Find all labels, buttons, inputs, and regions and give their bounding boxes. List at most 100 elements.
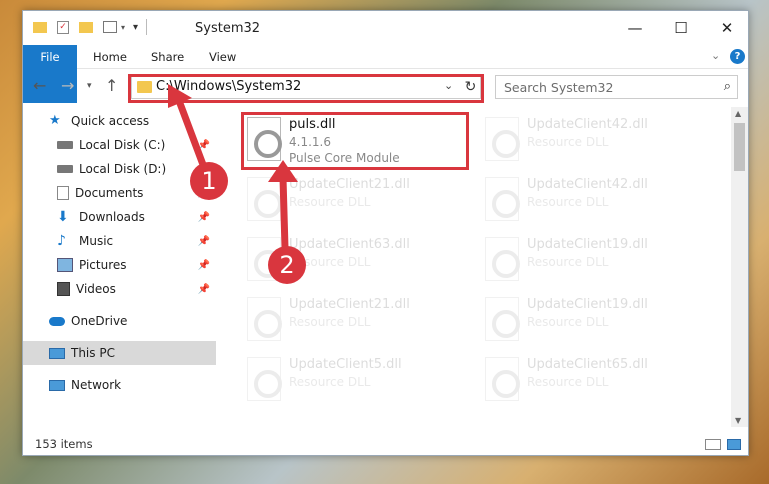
file-name: UpdateClient19.dll <box>527 297 648 312</box>
file-item[interactable]: UpdateClient21.dll Resource DLL <box>241 293 471 351</box>
back-arrow-icon[interactable]: ← <box>33 76 46 95</box>
file-type: Resource DLL <box>527 375 609 389</box>
videos-icon <box>57 282 70 296</box>
search-icon: ⌕ <box>723 79 731 94</box>
file-name: UpdateClient19.dll <box>527 237 648 252</box>
sidebar-item-network[interactable]: Network <box>23 373 216 397</box>
vertical-scrollbar[interactable]: ▲ ▼ <box>731 107 748 427</box>
tab-home[interactable]: Home <box>93 45 127 69</box>
sidebar-item-this-pc[interactable]: This PC <box>23 341 216 365</box>
explorer-window: ✓ ▾ ▾ System32 — ☐ ✕ File Home Share Vie… <box>22 10 749 456</box>
status-bar: 153 items <box>23 433 748 457</box>
forward-arrow-icon[interactable]: → <box>61 76 74 95</box>
dll-file-icon <box>485 177 520 221</box>
customize-toolbar-icon[interactable]: ▾ <box>133 22 138 33</box>
pin-icon[interactable]: 📌 <box>198 212 210 223</box>
pin-icon[interactable]: 📌 <box>198 284 210 295</box>
file-type: Resource DLL <box>527 255 609 269</box>
drive-icon <box>57 141 73 149</box>
folder-icon[interactable] <box>33 21 47 33</box>
file-type: Resource DLL <box>527 315 609 329</box>
dll-file-icon <box>247 297 282 341</box>
network-icon <box>49 379 65 391</box>
dll-file-icon <box>247 177 282 221</box>
dll-file-icon <box>485 237 520 281</box>
sidebar-item-videos[interactable]: Videos 📌 <box>23 277 216 301</box>
pc-icon <box>49 347 65 359</box>
file-type: Resource DLL <box>289 375 371 389</box>
recent-locations-icon[interactable]: ▾ <box>87 81 92 91</box>
search-placeholder: Search System32 <box>504 80 614 95</box>
item-count: 153 items <box>35 437 93 451</box>
sidebar-item-quick-access[interactable]: ★ Quick access <box>23 109 216 133</box>
file-highlight <box>241 112 469 170</box>
view-options-icon[interactable] <box>103 21 117 33</box>
expand-ribbon-icon[interactable]: ⌄ <box>711 49 720 62</box>
sidebar-item-pictures[interactable]: Pictures 📌 <box>23 253 216 277</box>
help-icon[interactable]: ? <box>730 49 745 64</box>
file-item[interactable]: UpdateClient65.dll Resource DLL <box>479 353 709 411</box>
up-arrow-icon[interactable]: ↑ <box>105 76 118 95</box>
file-item[interactable]: UpdateClient42.dll Resource DLL <box>479 113 709 171</box>
file-name: UpdateClient63.dll <box>289 237 410 252</box>
scroll-down-icon[interactable]: ▼ <box>735 416 741 425</box>
navigation-pane: ★ Quick access Local Disk (C:) 📌 Local D… <box>23 107 216 427</box>
callout-step-2: 2 <box>268 246 306 284</box>
large-icons-view-icon[interactable] <box>727 439 741 450</box>
address-bar-highlight <box>128 74 484 103</box>
search-input[interactable]: Search System32 ⌕ <box>495 75 738 99</box>
file-item[interactable]: UpdateClient21.dll Resource DLL <box>241 173 471 231</box>
close-button[interactable]: ✕ <box>704 11 750 45</box>
sidebar-item-onedrive[interactable]: OneDrive <box>23 309 216 333</box>
file-item[interactable]: UpdateClient19.dll Resource DLL <box>479 293 709 351</box>
file-name: UpdateClient21.dll <box>289 177 410 192</box>
music-icon: ♪ <box>57 233 66 249</box>
file-name: UpdateClient42.dll <box>527 177 648 192</box>
title-divider <box>146 19 148 35</box>
dll-file-icon <box>485 117 520 161</box>
file-item[interactable]: UpdateClient5.dll Resource DLL <box>241 353 471 411</box>
dll-file-icon <box>247 357 282 401</box>
maximize-button[interactable]: ☐ <box>658 11 704 45</box>
tab-view[interactable]: View <box>209 45 236 69</box>
file-type: Resource DLL <box>527 135 609 149</box>
dll-file-icon <box>485 297 520 341</box>
cloud-icon <box>49 316 65 326</box>
download-icon: ⬇ <box>57 209 69 225</box>
sidebar-item-downloads[interactable]: ⬇ Downloads 📌 <box>23 205 216 229</box>
window-title: System32 <box>195 21 261 36</box>
minimize-button[interactable]: — <box>612 11 658 45</box>
details-view-icon[interactable] <box>705 439 721 450</box>
sidebar-item-music[interactable]: ♪ Music 📌 <box>23 229 216 253</box>
file-item[interactable]: UpdateClient19.dll Resource DLL <box>479 233 709 291</box>
pictures-icon <box>57 258 73 272</box>
pin-icon[interactable]: 📌 <box>198 260 210 271</box>
file-name: UpdateClient42.dll <box>527 117 648 132</box>
scroll-up-icon[interactable]: ▲ <box>735 109 741 118</box>
file-name: UpdateClient5.dll <box>289 357 402 372</box>
file-item[interactable]: UpdateClient42.dll Resource DLL <box>479 173 709 231</box>
pin-icon[interactable]: 📌 <box>198 140 210 151</box>
documents-icon <box>57 186 69 200</box>
sidebar-item-local-disk-d[interactable]: Local Disk (D:) <box>23 157 216 181</box>
callout-step-1: 1 <box>190 162 228 200</box>
title-bar: ✓ ▾ ▾ System32 — ☐ ✕ <box>23 11 748 45</box>
file-name: UpdateClient21.dll <box>289 297 410 312</box>
dll-file-icon <box>485 357 520 401</box>
quick-access-toolbar: ✓ ▾ ▾ <box>33 19 148 35</box>
ribbon-tabs: File Home Share View ⌄ ? <box>23 45 748 103</box>
file-type: Resource DLL <box>527 195 609 209</box>
scrollbar-thumb[interactable] <box>734 123 745 171</box>
star-icon: ★ <box>49 113 61 128</box>
drive-icon <box>57 165 73 173</box>
properties-icon[interactable]: ✓ <box>57 20 69 34</box>
chevron-down-icon[interactable]: ▾ <box>121 23 125 32</box>
file-name: UpdateClient65.dll <box>527 357 648 372</box>
tab-share[interactable]: Share <box>151 45 184 69</box>
file-type: Resource DLL <box>289 315 371 329</box>
pin-icon[interactable]: 📌 <box>198 236 210 247</box>
new-folder-icon[interactable] <box>79 21 93 33</box>
sidebar-item-local-disk-c[interactable]: Local Disk (C:) 📌 <box>23 133 216 157</box>
sidebar-item-documents[interactable]: Documents 📌 <box>23 181 216 205</box>
file-type: Resource DLL <box>289 195 371 209</box>
